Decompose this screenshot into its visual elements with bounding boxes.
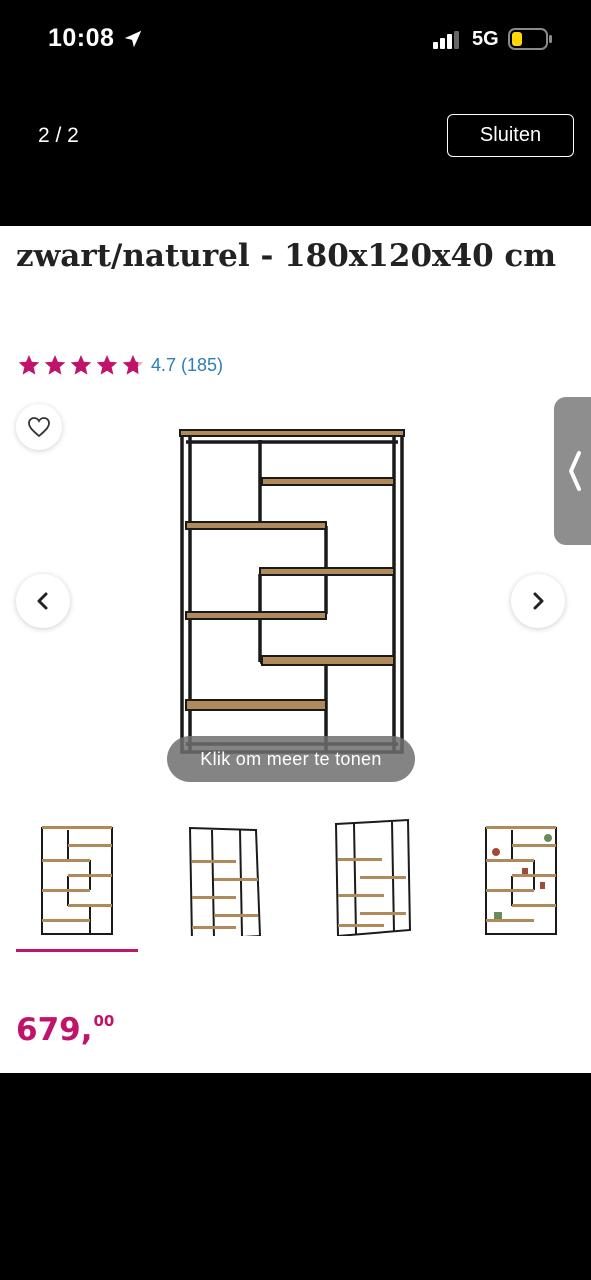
thumbnail-bookcase-image xyxy=(485,826,557,935)
status-time: 10:08 xyxy=(48,24,115,52)
thumbnail-bookcase-image xyxy=(188,826,262,942)
price-main: 679, xyxy=(16,1012,93,1048)
product-image-bookcase[interactable] xyxy=(176,426,408,762)
thumbnail-4[interactable] xyxy=(460,818,584,950)
star-half-icon xyxy=(122,355,144,375)
side-panel-tab[interactable] xyxy=(554,397,591,545)
cellular-signal-icon xyxy=(433,31,459,49)
close-button[interactable]: Sluiten xyxy=(447,114,574,157)
battery-icon xyxy=(508,28,552,50)
next-image-button[interactable] xyxy=(511,574,565,628)
thumbnail-strip xyxy=(0,818,591,958)
rating-text[interactable]: 4.7 (185) xyxy=(151,355,223,376)
chevron-right-icon xyxy=(533,592,544,610)
chevron-left-icon xyxy=(569,451,581,491)
selected-thumbnail-indicator xyxy=(16,949,138,952)
star-icon xyxy=(44,355,66,375)
product-title: zwart/naturel - 180x120x40 cm xyxy=(16,238,557,274)
previous-image-button[interactable] xyxy=(16,574,70,628)
network-type: 5G xyxy=(472,28,499,50)
thumbnail-bookcase-image xyxy=(334,818,412,938)
thumbnail-1[interactable] xyxy=(16,818,140,950)
status-bar: 10:08 5G xyxy=(0,0,591,80)
page-counter: 2 / 2 xyxy=(38,124,79,147)
product-page-screenshot: zwart/naturel - 180x120x40 cm 4.7 (185) xyxy=(0,226,591,1073)
show-more-button[interactable]: Klik om meer te tonen xyxy=(167,736,415,782)
star-icon xyxy=(96,355,118,375)
thumbnail-2[interactable] xyxy=(164,818,288,950)
chevron-left-icon xyxy=(37,592,48,610)
location-arrow-icon xyxy=(124,30,142,48)
rating-stars xyxy=(17,354,145,376)
thumbnail-bookcase-image xyxy=(41,826,113,935)
product-rating[interactable]: 4.7 (185) xyxy=(17,353,223,377)
product-price: 679,00 xyxy=(16,1012,114,1048)
star-icon xyxy=(70,355,92,375)
price-cents: 00 xyxy=(93,1012,115,1030)
screen: 10:08 5G 2 / 2 Sluiten zwart/naturel - 1… xyxy=(0,0,591,1280)
heart-icon xyxy=(28,417,50,438)
favorite-button[interactable] xyxy=(16,404,62,450)
star-icon xyxy=(18,355,40,375)
thumbnail-3[interactable] xyxy=(312,818,436,950)
